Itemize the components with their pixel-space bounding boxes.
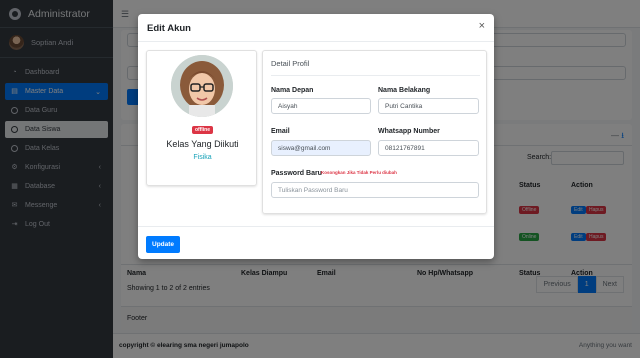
update-button[interactable]: Update	[146, 236, 181, 253]
edit-account-modal: Edit Akun × offline Kelas Yang Diikuti F…	[138, 14, 494, 259]
last-name-field[interactable]	[378, 98, 479, 114]
close-icon[interactable]: ×	[479, 20, 485, 32]
status-badge: offline	[192, 126, 213, 134]
profile-card: offline Kelas Yang Diikuti Fisika	[146, 50, 257, 186]
first-name-field[interactable]	[271, 98, 371, 114]
password-hint: Kosongkan Jika Tidak Perlu diubah	[321, 170, 397, 175]
divider	[271, 75, 480, 76]
class-value: Fisika	[193, 154, 212, 161]
modal-footer-divider	[138, 226, 494, 227]
whatsapp-field[interactable]	[378, 140, 479, 156]
new-password-field[interactable]	[271, 182, 479, 198]
profile-detail-card: Detail Profil Nama Depan Nama Belakang E…	[262, 50, 487, 214]
profile-photo	[171, 55, 233, 117]
first-name-label: Nama Depan	[271, 87, 314, 94]
modal-title: Edit Akun	[147, 23, 191, 34]
modal-header: Edit Akun ×	[138, 14, 494, 42]
whatsapp-label: Whatsapp Number	[378, 128, 440, 135]
email-label: Email	[271, 128, 290, 135]
email-field[interactable]	[271, 140, 371, 156]
profile-photo-image	[171, 55, 233, 117]
last-name-label: Nama Belakang	[378, 87, 431, 94]
password-label: Password Baru	[271, 170, 322, 177]
class-label: Kelas Yang Diikuti	[166, 139, 239, 149]
detail-title: Detail Profil	[271, 59, 310, 68]
